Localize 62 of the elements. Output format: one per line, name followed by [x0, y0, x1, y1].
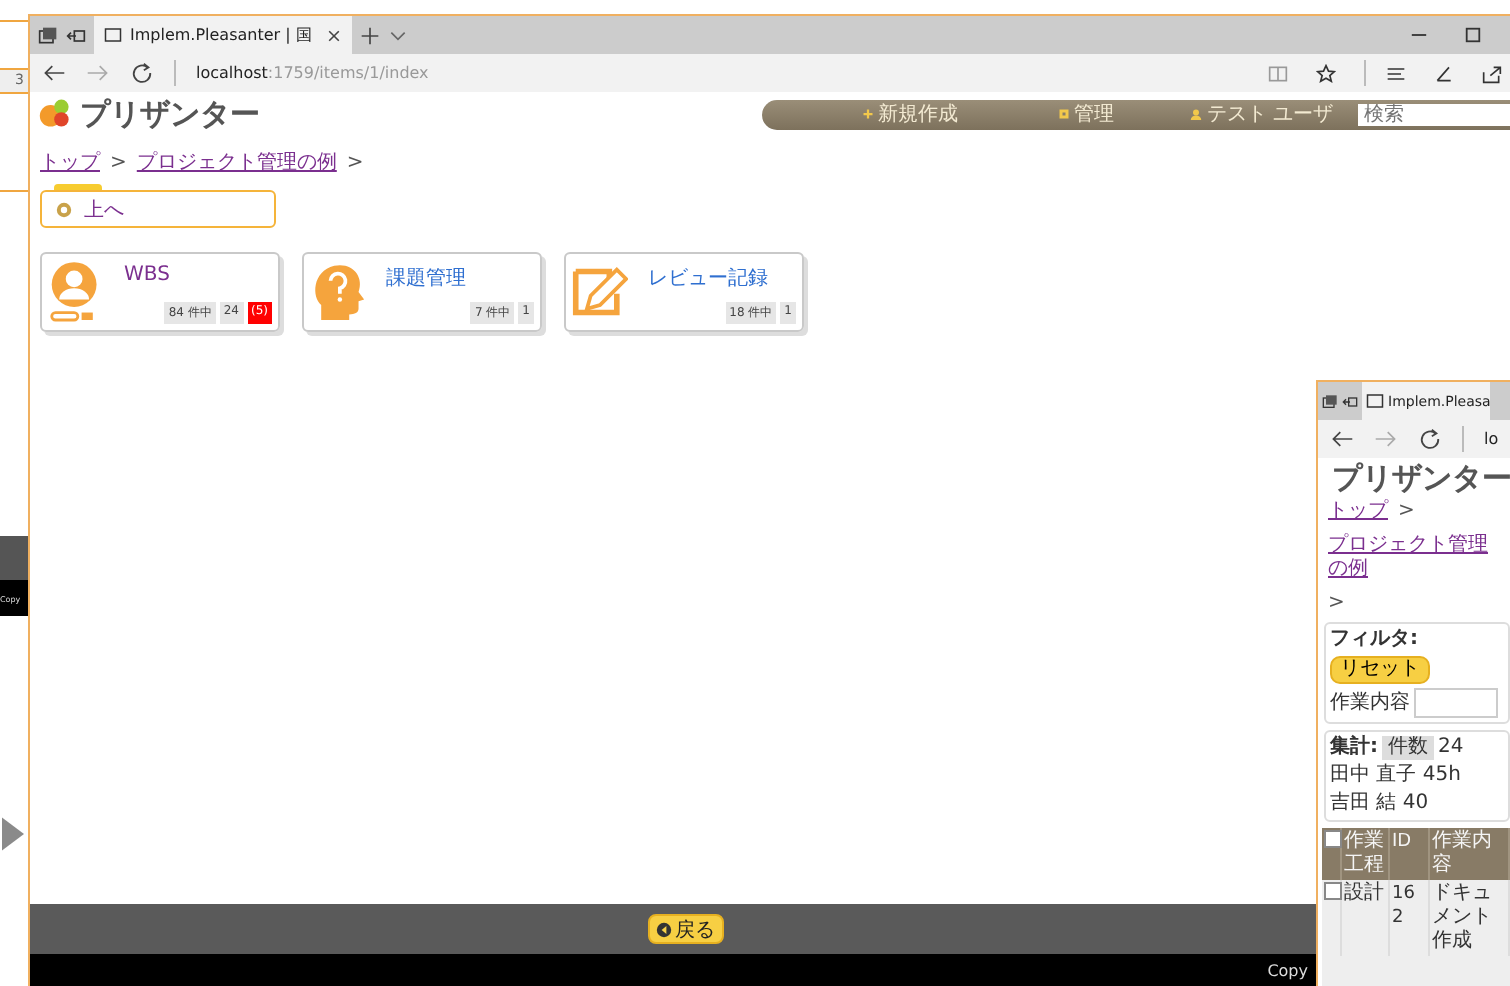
- site-title-link[interactable]: WBS: [124, 264, 272, 286]
- table-cell: 162: [1390, 880, 1430, 956]
- circle-icon: [56, 201, 72, 217]
- column-header[interactable]: 作業工程: [1342, 828, 1390, 880]
- count-label: 件数: [1382, 736, 1434, 760]
- breadcrumb-link[interactable]: トップ: [40, 148, 100, 176]
- tab-arrow-icon[interactable]: [66, 25, 86, 45]
- input-field[interactable]: [1414, 688, 1498, 718]
- tab-title: Implem.Pleasanter | 国: [130, 24, 312, 46]
- person-hours: 吉田 結 40: [1330, 792, 1431, 816]
- close-icon[interactable]: [325, 27, 342, 43]
- checkbox[interactable]: [1324, 882, 1342, 900]
- refresh-icon[interactable]: [1418, 428, 1442, 450]
- checkbox[interactable]: [1324, 830, 1342, 848]
- breadcrumb-separator: >: [110, 151, 127, 173]
- reset-button[interactable]: リセット: [1330, 656, 1430, 684]
- breadcrumb-separator: >: [1398, 500, 1415, 524]
- table-cell: ドキュメント作成: [1430, 880, 1510, 956]
- up-link[interactable]: 上へ: [84, 195, 124, 223]
- person-hours: 田中 直子 45h: [1330, 764, 1463, 788]
- back-arrow-icon[interactable]: [1330, 428, 1354, 450]
- arrow-left-icon: [655, 921, 671, 937]
- breadcrumb-separator: >: [1328, 592, 1345, 616]
- book-icon[interactable]: [1268, 63, 1288, 83]
- tabs-icon[interactable]: [38, 25, 58, 45]
- head-question-icon: [310, 260, 366, 324]
- square-icon: [1058, 108, 1070, 120]
- tabs-icon[interactable]: [1322, 393, 1338, 409]
- menu-lines-icon[interactable]: [1386, 63, 1406, 83]
- address-field[interactable]: localhost:1759/items/1/index: [196, 64, 429, 82]
- breadcrumb-link[interactable]: プロジェクト管理の例: [1328, 534, 1506, 582]
- count-value: 24: [1438, 736, 1464, 760]
- refresh-icon[interactable]: [130, 62, 154, 84]
- breadcrumb-separator: >: [346, 151, 364, 173]
- filter-label: フィルタ:: [1330, 628, 1418, 652]
- breadcrumb-link[interactable]: トップ: [1328, 500, 1388, 524]
- page-icon: [104, 26, 122, 44]
- new-tab-icon[interactable]: [359, 25, 380, 45]
- browser-tab[interactable]: Implem.Pleasanter | 国: [94, 16, 352, 54]
- field-label: 作業内容: [1330, 691, 1410, 715]
- logo-icon[interactable]: [38, 96, 74, 132]
- star-icon[interactable]: [1316, 63, 1336, 83]
- logo-text[interactable]: プリザンター: [80, 95, 260, 133]
- play-icon[interactable]: [2, 816, 24, 852]
- copyright-text: Copy: [1267, 961, 1308, 979]
- maximize-icon[interactable]: [1464, 26, 1482, 44]
- search-field[interactable]: 検索: [1358, 103, 1510, 125]
- share-icon[interactable]: [1482, 63, 1502, 83]
- back-arrow-icon[interactable]: [42, 62, 66, 84]
- back-button[interactable]: 戻る: [647, 914, 723, 944]
- breadcrumb-link[interactable]: プロジェクト管理の例: [136, 148, 337, 176]
- summary-label: 集計:: [1330, 736, 1378, 760]
- page-icon: [1366, 392, 1384, 410]
- address-field[interactable]: lo: [1484, 430, 1499, 448]
- table-cell: 設計: [1342, 880, 1390, 956]
- user-icon: [1190, 108, 1203, 120]
- plus-icon: [862, 108, 874, 120]
- site-title-link[interactable]: 課題管理: [386, 264, 534, 292]
- column-header[interactable]: 作業内容: [1430, 828, 1510, 880]
- logo-text[interactable]: プリザンター: [1332, 459, 1510, 497]
- column-header[interactable]: ID: [1390, 828, 1430, 880]
- site-title-link[interactable]: レビュー記録: [648, 264, 796, 292]
